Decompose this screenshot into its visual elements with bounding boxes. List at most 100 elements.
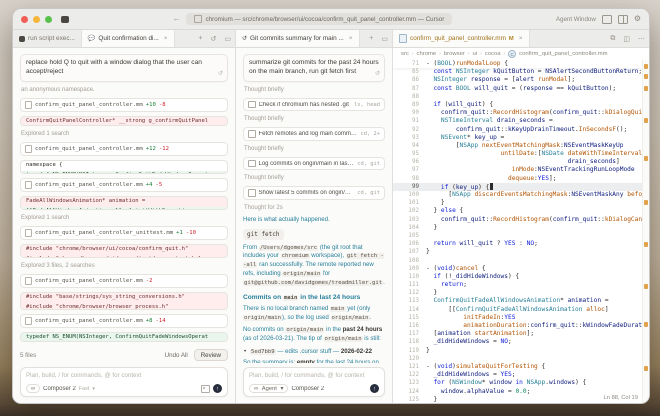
code-line[interactable]: 97 inMode:NSEventTrackingRunLoopMode	[393, 166, 649, 174]
restore-checkpoint-icon[interactable]: ↺	[375, 70, 380, 78]
code-line[interactable]: 93 NSEvent* key_up =	[393, 134, 649, 142]
code-line[interactable]: 71- (BOOL)runModalLoop {	[393, 60, 649, 68]
tab-git-commits-summary[interactable]: ↺ Git commits summary for main ... ×	[236, 30, 360, 47]
middle-chat-input[interactable]: Plan, build, / for commands, @ for conte…	[249, 372, 379, 379]
zoom-window-button[interactable]	[45, 16, 52, 23]
code-line[interactable]: 108	[393, 257, 649, 265]
tool-call-chip[interactable]: Fetch remotes and log main commits last …	[243, 127, 385, 141]
review-button[interactable]: Review	[194, 349, 228, 361]
code-line[interactable]: 86 NSInteger response = [alert runModal]…	[393, 76, 649, 84]
code-line[interactable]: 96 drain_seconds]	[393, 158, 649, 166]
tab-confirm-quit-panel-controller[interactable]: confirm_quit_panel_controller.mm M ×	[393, 30, 530, 47]
thought-label[interactable]: Thought for 2s	[243, 204, 385, 212]
agent-selector[interactable]: ∞ Agent ▾	[249, 384, 288, 393]
code-line[interactable]: 89 if (will_quit) {	[393, 101, 649, 109]
code-line[interactable]: 87 const BOOL will_quit = (response == k…	[393, 85, 649, 93]
tab-run-script[interactable]: run script exec...	[13, 30, 82, 47]
close-tab-icon[interactable]: ×	[164, 35, 168, 42]
code-line[interactable]: 122 _didHideWindows = YES;	[393, 371, 649, 379]
new-chat-button[interactable]: +	[194, 30, 206, 47]
code-diff-preview[interactable]: #include "base/strings/sys_string_conver…	[20, 292, 228, 310]
new-window-icon[interactable]	[602, 15, 612, 24]
code-line[interactable]: 119}	[393, 347, 649, 355]
close-tab-icon[interactable]: ×	[519, 35, 523, 42]
window-title-pill[interactable]: chromium — src/chrome/browser/ui/cocoa/c…	[186, 13, 453, 25]
cursor-position-status[interactable]: Ln 88, Col 19	[601, 395, 641, 401]
code-line[interactable]: 121- (void)simulateQuitForTesting {	[393, 363, 649, 371]
code-line[interactable]: 104 }	[393, 224, 649, 232]
code-line[interactable]: 102 } else {	[393, 207, 649, 215]
breadcrumb-item[interactable]: browser	[444, 51, 465, 57]
breadcrumb-file[interactable]: confirm_quit_panel_controller.mm	[519, 51, 607, 57]
code-line[interactable]: 111 return;	[393, 281, 649, 289]
code-line[interactable]: 118 _didHideWindows = NO;	[393, 338, 649, 346]
tool-call-chip[interactable]: Check if chromium has nested .gitls, hea…	[243, 98, 385, 112]
code-line[interactable]: 98 dequeue:YES];	[393, 175, 649, 183]
code-line[interactable]: 116 animationDuration:confirm_quit::kWin…	[393, 322, 649, 330]
model-selector[interactable]: Composer 2	[291, 386, 324, 392]
layout-icon[interactable]	[618, 15, 628, 24]
left-chat-input[interactable]: Plan, build, / for commands, @ for conte…	[26, 372, 222, 379]
agent-mode-icon[interactable]: ∞	[26, 384, 40, 393]
minimize-window-button[interactable]	[33, 16, 40, 23]
model-selector[interactable]: Composer 2	[43, 386, 76, 392]
scrollbar[interactable]	[642, 60, 649, 403]
gear-icon[interactable]: ⚙	[634, 15, 641, 23]
file-diff-chip[interactable]: confirm_quit_panel_controller.mm+4-5	[20, 178, 228, 192]
send-button[interactable]: ↑	[370, 384, 379, 393]
restore-checkpoint-icon[interactable]: ↺	[218, 70, 223, 78]
code-line[interactable]: 110 if (!_didHideWindows) {	[393, 273, 649, 281]
code-line[interactable]: 92 confirm_quit::kKeyUpDrainTimeout.InSe…	[393, 126, 649, 134]
breadcrumb-item[interactable]: src	[401, 51, 409, 57]
file-diff-chip[interactable]: confirm_quit_panel_controller.mm-2	[20, 274, 228, 288]
panel-toggle-icon[interactable]: ▭	[220, 30, 235, 47]
code-line[interactable]: 123 for (NSWindow* window in NSApp.windo…	[393, 379, 649, 387]
code-area[interactable]: 71- (BOOL)runModalLoop { 85 const NSInte…	[393, 60, 649, 403]
send-button[interactable]: ↑	[213, 384, 222, 393]
code-line[interactable]: 91 NSTimeInterval drain_seconds =	[393, 117, 649, 125]
panel-toggle-icon[interactable]: ▭	[377, 30, 392, 47]
code-line[interactable]: 103 confirm_quit::RecordHistogram(confir…	[393, 216, 649, 224]
code-diff-preview[interactable]: ConfirmQuitPanelController* __strong g_c…	[20, 116, 228, 126]
left-chat-scroll[interactable]: replace hold Q to quit with a window dia…	[13, 48, 235, 363]
breadcrumb[interactable]: src›chrome›browser›ui›cocoa›Cconfirm_qui…	[393, 48, 649, 60]
breadcrumb-item[interactable]: chrome	[417, 51, 437, 57]
thought-label[interactable]: Thought briefly	[243, 86, 385, 94]
code-diff-preview[interactable]: namespace {typedef NS_ENUM(NSInteger, Co…	[20, 160, 228, 174]
code-line[interactable]: 112 }	[393, 289, 649, 297]
new-chat-button[interactable]: +	[365, 30, 377, 47]
code-line[interactable]: 114 [[ConfirmQuitFadeAllWindowsAnimation…	[393, 306, 649, 314]
middle-chat-scroll[interactable]: summarize git commits for the past 24 ho…	[236, 48, 392, 363]
code-line[interactable]: 90 confirm_quit::RecordHistogram(confirm…	[393, 109, 649, 117]
code-line[interactable]: 101 }	[393, 199, 649, 207]
code-line[interactable]: 120	[393, 355, 649, 363]
file-diff-chip[interactable]: confirm_quit_panel_controller.mm+12-12	[20, 142, 228, 156]
file-diff-chip[interactable]: confirm_quit_panel_controller.mm+8-14	[20, 314, 228, 328]
code-line[interactable]: 94 [NSApp nextEventMatchingMask:NSEventM…	[393, 142, 649, 150]
close-tab-icon[interactable]: ×	[349, 35, 353, 42]
history-icon[interactable]: ↺	[207, 30, 221, 47]
breadcrumb-item[interactable]: ui	[472, 51, 477, 57]
code-diff-preview[interactable]: FadeAllWindowsAnimation* animation =[[Fa…	[20, 196, 228, 210]
code-line[interactable]: 106 return will_quit ? YES : NO;	[393, 240, 649, 248]
thought-label[interactable]: Thought briefly	[243, 115, 385, 123]
code-line[interactable]: 113 ConfirmQuitFadeAllWindowsAnimation* …	[393, 297, 649, 305]
thought-label[interactable]: Thought briefly	[243, 145, 385, 153]
breadcrumb-item[interactable]: cocoa	[485, 51, 501, 57]
code-diff-preview[interactable]: #include "chrome/browser/ui/cocoa/confir…	[20, 244, 228, 258]
tool-call-chip[interactable]: Log commits on origin/main in last 24 ho…	[243, 157, 385, 171]
code-line[interactable]: 95 untilDate:[NSDate dateWithTimeInterva…	[393, 150, 649, 158]
close-window-button[interactable]	[21, 16, 28, 23]
code-line[interactable]: 109- (void)cancel {	[393, 265, 649, 273]
file-diff-chip[interactable]: confirm_quit_panel_controller.mm+10-8	[20, 98, 228, 112]
code-line[interactable]: 88	[393, 93, 649, 101]
back-icon[interactable]: ←	[173, 15, 181, 23]
split-editor-icon[interactable]: ◫	[619, 30, 634, 47]
thought-label[interactable]: Thought briefly	[243, 174, 385, 182]
code-line[interactable]: 115 initFadeIn:YES	[393, 314, 649, 322]
undo-all-button[interactable]: Undo All	[165, 352, 188, 359]
tool-call-chip[interactable]: Show latest 5 commits on origin/main for…	[243, 186, 385, 200]
code-line[interactable]: 107}	[393, 248, 649, 256]
more-actions-icon[interactable]: ⋯	[634, 30, 649, 47]
files-count-label[interactable]: 5 files	[20, 352, 36, 359]
